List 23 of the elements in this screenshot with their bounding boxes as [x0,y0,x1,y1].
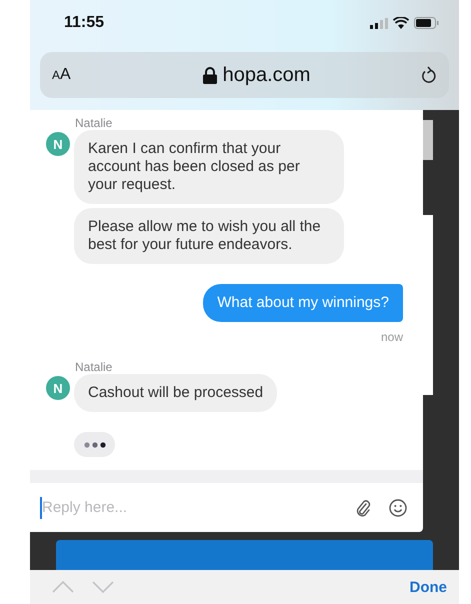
text-size-button[interactable]: AA [52,66,92,84]
signal-icon [370,18,388,28]
url-text: hopa.com [222,64,310,86]
avatar: N [46,132,70,156]
typing-indicator [74,432,115,457]
address-bar[interactable]: AA hopa.com [40,52,449,98]
reload-icon[interactable] [421,66,437,84]
agent-message: Karen I can confirm that your account has been closed as per your request. [74,130,344,204]
lock-icon [202,66,217,84]
done-button[interactable]: Done [410,578,447,596]
agent-message: Please allow me to wish you all the best for your future endeavors. [74,208,344,264]
user-message: What about my winnings? [203,284,403,322]
reply-field[interactable]: Reply here... [40,496,337,518]
sender-name: Natalie [75,360,114,374]
avatar: N [46,376,70,400]
sender-name: Natalie [75,116,114,130]
message-time: now [380,330,403,344]
paperclip-icon[interactable] [355,498,371,516]
emoji-icon[interactable] [389,498,407,516]
battery-icon [414,17,439,29]
wifi-icon [393,17,409,29]
clock: 11:55 [64,14,104,32]
agent-message: Cashout will be processed [74,374,278,412]
